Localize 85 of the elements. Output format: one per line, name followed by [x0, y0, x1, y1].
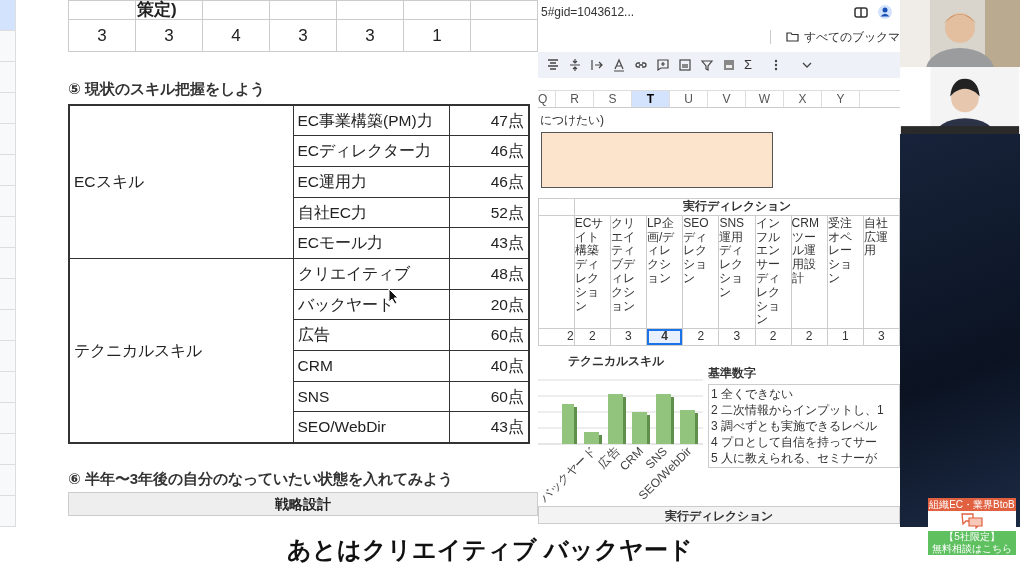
more-icon[interactable]: [774, 59, 779, 71]
column-header[interactable]: T: [632, 91, 670, 107]
column-header[interactable]: U: [670, 91, 708, 107]
table-cell: 3: [135, 19, 203, 52]
align-icon[interactable]: [546, 58, 560, 72]
table-cell: 1: [403, 19, 471, 52]
filter-icon[interactable]: [700, 58, 714, 72]
header-text: 策定): [137, 0, 177, 19]
chart-bar: [584, 431, 602, 444]
section-heading: ⑥ 半年〜3年後の自分のなっていたい状態を入れてみよう: [68, 468, 455, 488]
table-cell[interactable]: 2: [574, 328, 611, 346]
axis-label: バックヤード: [538, 444, 599, 504]
profile-icon[interactable]: [878, 5, 892, 19]
column-header[interactable]: Q: [538, 91, 556, 107]
column-header: SNS運用ディレクション: [718, 215, 755, 329]
table-view-icon[interactable]: [722, 58, 736, 72]
legend-item: 2 二次情報からインプットし、1: [711, 401, 885, 418]
banner-text: 【5社限定】: [943, 531, 1001, 543]
table-header: 戦略設計: [68, 491, 538, 516]
address-text: 5#gid=1043612...: [541, 4, 635, 21]
text-rotate-icon[interactable]: [612, 58, 626, 72]
table-header: 実行ディレクション: [574, 198, 900, 216]
chart-bar: [632, 411, 650, 444]
table-cell[interactable]: 2: [538, 328, 575, 346]
bookmark-folder[interactable]: すべてのブックマ: [804, 28, 900, 46]
table-cell[interactable]: 3: [610, 328, 647, 346]
column-header[interactable]: R: [556, 91, 594, 107]
table-cell: クリエイティブ: [293, 258, 449, 290]
banner-text: 組織EC・業界BtoB: [928, 498, 1016, 511]
table-cell: ECディレクター力: [293, 135, 449, 167]
chevron-down-icon[interactable]: [802, 61, 813, 69]
column-header: CRMツール運用設計: [791, 215, 828, 329]
table-cell[interactable]: 3: [863, 328, 900, 346]
column-header: インフルエンサーディレクション: [755, 215, 792, 329]
table-cell: 3: [68, 19, 136, 52]
table-cell: 4: [202, 19, 270, 52]
legend-item: 4 プロとして自信を持ってサー: [711, 433, 878, 450]
legend-title: 基準数字: [708, 364, 757, 382]
legend-item: 3 調べずとも実施できるレベル: [711, 417, 878, 434]
cell-text: につけたい): [539, 112, 605, 129]
folder-icon[interactable]: [786, 32, 799, 42]
section-heading: ⑤ 現状のスキル把握をしよう: [68, 79, 266, 98]
column-header: 受注オペレーション: [827, 215, 864, 329]
vertical-align-icon[interactable]: [568, 58, 582, 72]
column-header[interactable]: W: [746, 91, 784, 107]
text-wrap-icon[interactable]: [590, 58, 604, 72]
column-header[interactable]: X: [784, 91, 822, 107]
functions-button[interactable]: Σ: [744, 55, 753, 75]
table-cell: 3: [336, 19, 404, 52]
banner-text: 無料相談はこちら: [931, 543, 1013, 555]
chat-bubbles-icon: [961, 513, 983, 529]
column-header: ECサイト構築ディレクション: [574, 215, 611, 329]
table-cell: 自社EC力: [293, 197, 449, 228]
table-cell: EC運用力: [293, 166, 449, 198]
table-cell[interactable]: 2: [791, 328, 828, 346]
table-cell: ECモール力: [293, 227, 449, 259]
column-header: SEOディレクション: [682, 215, 719, 329]
table-cell[interactable]: 2: [755, 328, 792, 346]
chart-bar: [562, 403, 577, 444]
chart-bar: [608, 393, 626, 444]
table-cell: EC事業構築(PM)力: [293, 105, 449, 136]
table-cell: ECスキル: [69, 105, 293, 259]
image-icon[interactable]: [678, 58, 692, 72]
chart-bar: [680, 409, 698, 444]
column-header: LP企画/ディレクション: [646, 215, 683, 329]
legend-item: 5 人に教えられる、セミナーが: [711, 449, 878, 466]
table-cell: 3: [269, 19, 337, 52]
split-view-icon[interactable]: [854, 6, 868, 18]
column-header: クリエイティブディレクション: [610, 215, 647, 329]
table-cell[interactable]: 1: [827, 328, 864, 346]
table-cell: SNS: [293, 381, 449, 412]
legend-item: 1 全くできない: [711, 385, 794, 402]
row-header[interactable]: [0, 0, 15, 31]
table-cell: CRM: [293, 350, 449, 382]
chart-bar: [656, 393, 674, 444]
comment-icon[interactable]: [656, 58, 670, 72]
ad-banner[interactable]: 組織EC・業界BtoB 【5社限定】 無料相談はこちら: [928, 498, 1016, 555]
table-cell[interactable]: 2: [682, 328, 719, 346]
column-header[interactable]: V: [708, 91, 746, 107]
column-header: 自社広運用: [863, 215, 900, 329]
table-header: 実行ディレクション: [538, 505, 900, 524]
table-cell: 広告: [293, 319, 449, 351]
column-header[interactable]: Y: [822, 91, 860, 107]
table-cell[interactable]: 3: [718, 328, 755, 346]
chart-title: テクニカルスキル: [568, 352, 665, 370]
